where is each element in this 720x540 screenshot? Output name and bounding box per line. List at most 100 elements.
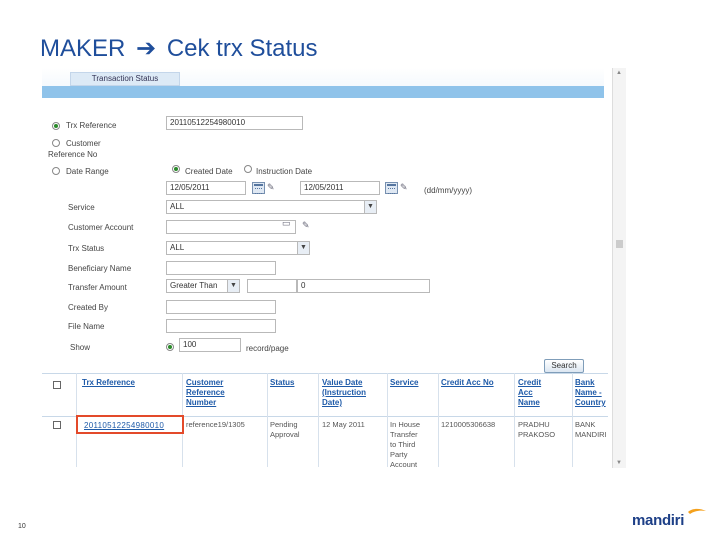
row-status-1: Pending	[270, 420, 298, 429]
date-from-input[interactable]: 12/05/2011	[166, 181, 246, 195]
col-customer-reference-1: Customer	[186, 378, 224, 387]
lookup-icon[interactable]: ▭	[282, 218, 291, 229]
scroll-down-icon[interactable]: ▼	[616, 460, 623, 466]
instruction-date-radio[interactable]	[244, 165, 252, 173]
transfer-amount-input-small[interactable]	[247, 279, 297, 293]
row-checkbox[interactable]	[53, 421, 61, 429]
row-service-4: Party	[390, 450, 408, 459]
date-format-hint: (dd/mm/yyyy)	[424, 186, 472, 195]
date-to-input[interactable]: 12/05/2011	[300, 181, 380, 195]
col-credit-acc-name-3: Name	[518, 398, 540, 407]
row-service-3: to Third	[390, 440, 416, 449]
created-date-label: Created Date	[185, 167, 233, 176]
col-credit-acc-no[interactable]: Credit Acc No	[441, 378, 494, 388]
col-service[interactable]: Service	[390, 378, 418, 388]
pencil-to-icon[interactable]: ✎	[400, 182, 408, 193]
slide-title: MAKER ➔ Cek trx Status	[40, 34, 318, 63]
col-bank-name-3: Country	[575, 398, 606, 407]
row-customer-reference: reference19/1305	[186, 420, 245, 429]
col-value-date-3: Date)	[322, 398, 343, 407]
col-value-date-2: (Instruction	[322, 388, 366, 397]
beneficiary-name-input[interactable]	[166, 261, 276, 275]
service-select[interactable]: ALL ▼	[166, 200, 377, 214]
panel-header-bar	[42, 86, 604, 98]
trx-status-label: Trx Status	[68, 244, 105, 253]
trx-status-select-value: ALL	[170, 243, 185, 252]
customer-account-input[interactable]	[166, 220, 296, 234]
row-bank-name-1: BANK	[575, 420, 596, 429]
col-customer-reference-2: Reference	[186, 388, 225, 397]
row-credit-acc-name: PRADHU PRAKOSO	[518, 420, 555, 440]
row-status-2: Approval	[270, 430, 300, 439]
row-service-2: Transfer	[390, 430, 418, 439]
customer-reference-label-1: Customer	[66, 139, 101, 148]
row-value-date: 12 May 2011	[322, 420, 365, 429]
scrollbar-thumb[interactable]	[616, 240, 623, 248]
select-all-checkbox[interactable]	[53, 381, 61, 389]
calendar-from-icon[interactable]	[252, 182, 265, 194]
row-bank-name-2: MANDIRI	[575, 430, 607, 439]
vertical-scrollbar[interactable]: ▲ ▼	[612, 68, 626, 468]
show-radio[interactable]	[166, 343, 174, 351]
show-label: Show	[70, 343, 91, 352]
search-button[interactable]: Search	[544, 359, 584, 373]
created-by-input[interactable]	[166, 300, 276, 314]
col-trx-reference[interactable]: Trx Reference	[82, 378, 135, 388]
show-records-input[interactable]: 100	[179, 338, 241, 352]
col-customer-reference-3: Number	[186, 398, 217, 407]
service-label: Service	[68, 203, 95, 212]
transaction-status-screen: Transaction Status ▲ ▼ Trx Reference 201…	[42, 68, 628, 469]
transfer-amount-label: Transfer Amount	[68, 283, 127, 292]
page-number: 10	[18, 523, 26, 530]
col-value-date[interactable]: Value Date (Instruction Date)	[322, 378, 366, 408]
col-credit-acc-name-2: Acc	[518, 388, 533, 397]
row-credit-acc-no: 1210005306638	[441, 420, 496, 429]
chevron-down-icon[interactable]: ▼	[227, 280, 239, 292]
file-name-input[interactable]	[166, 319, 276, 333]
row-status: Pending Approval	[270, 420, 300, 440]
transfer-amount-input[interactable]: 0	[297, 279, 430, 293]
col-credit-acc-name[interactable]: Credit Acc Name	[518, 378, 541, 408]
transfer-amount-operator-value: Greater Than	[170, 281, 218, 290]
pencil-from-icon[interactable]: ✎	[267, 182, 275, 193]
highlight-box	[76, 415, 184, 434]
scroll-up-icon[interactable]: ▲	[616, 70, 623, 76]
customer-account-label: Customer Account	[68, 223, 134, 232]
chevron-down-icon[interactable]: ▼	[297, 242, 309, 254]
trx-reference-label: Trx Reference	[66, 121, 117, 130]
slide-title-right: Cek trx Status	[166, 35, 318, 62]
arrow-right-icon: ➔	[136, 35, 157, 62]
row-service-1: In House	[390, 420, 421, 429]
slide-title-left: MAKER	[40, 35, 126, 62]
col-credit-acc-name-1: Credit	[518, 378, 542, 387]
customer-reference-radio[interactable]	[52, 139, 60, 147]
col-value-date-1: Value Date	[322, 378, 363, 387]
show-records-suffix: record/page	[246, 344, 289, 353]
col-status[interactable]: Status	[270, 378, 294, 388]
beneficiary-name-label: Beneficiary Name	[68, 264, 132, 273]
row-service-5: Account	[390, 460, 418, 469]
instruction-date-label: Instruction Date	[256, 167, 313, 176]
trx-status-select[interactable]: ALL ▼	[166, 241, 310, 255]
date-range-radio[interactable]	[52, 167, 60, 175]
logo-swoosh-icon	[688, 508, 706, 514]
transfer-amount-operator-select[interactable]: Greater Than ▼	[166, 279, 240, 293]
chevron-down-icon[interactable]: ▼	[364, 201, 376, 213]
row-credit-acc-name-2: PRAKOSO	[518, 430, 556, 439]
panel-header: Transaction Status	[42, 68, 604, 98]
results-table-header: Trx Reference Customer Reference Number …	[42, 373, 608, 417]
row-bank-name: BANK MANDIRI	[575, 420, 607, 440]
date-range-label: Date Range	[66, 167, 109, 176]
file-name-label: File Name	[68, 322, 105, 331]
calendar-to-icon[interactable]	[385, 182, 398, 194]
col-bank-name-country[interactable]: Bank Name - Country	[575, 378, 606, 408]
trx-reference-radio[interactable]	[52, 122, 60, 130]
logo-text: mandiri	[632, 512, 685, 529]
service-select-value: ALL	[170, 202, 185, 211]
customer-reference-label-2: Reference No	[48, 150, 98, 159]
trx-reference-input[interactable]: 20110512254980010	[166, 116, 303, 130]
eraser-icon[interactable]: ✎	[302, 220, 310, 231]
col-customer-reference[interactable]: Customer Reference Number	[186, 378, 225, 408]
tab-transaction-status[interactable]: Transaction Status	[70, 72, 180, 86]
created-date-radio[interactable]	[172, 165, 180, 173]
